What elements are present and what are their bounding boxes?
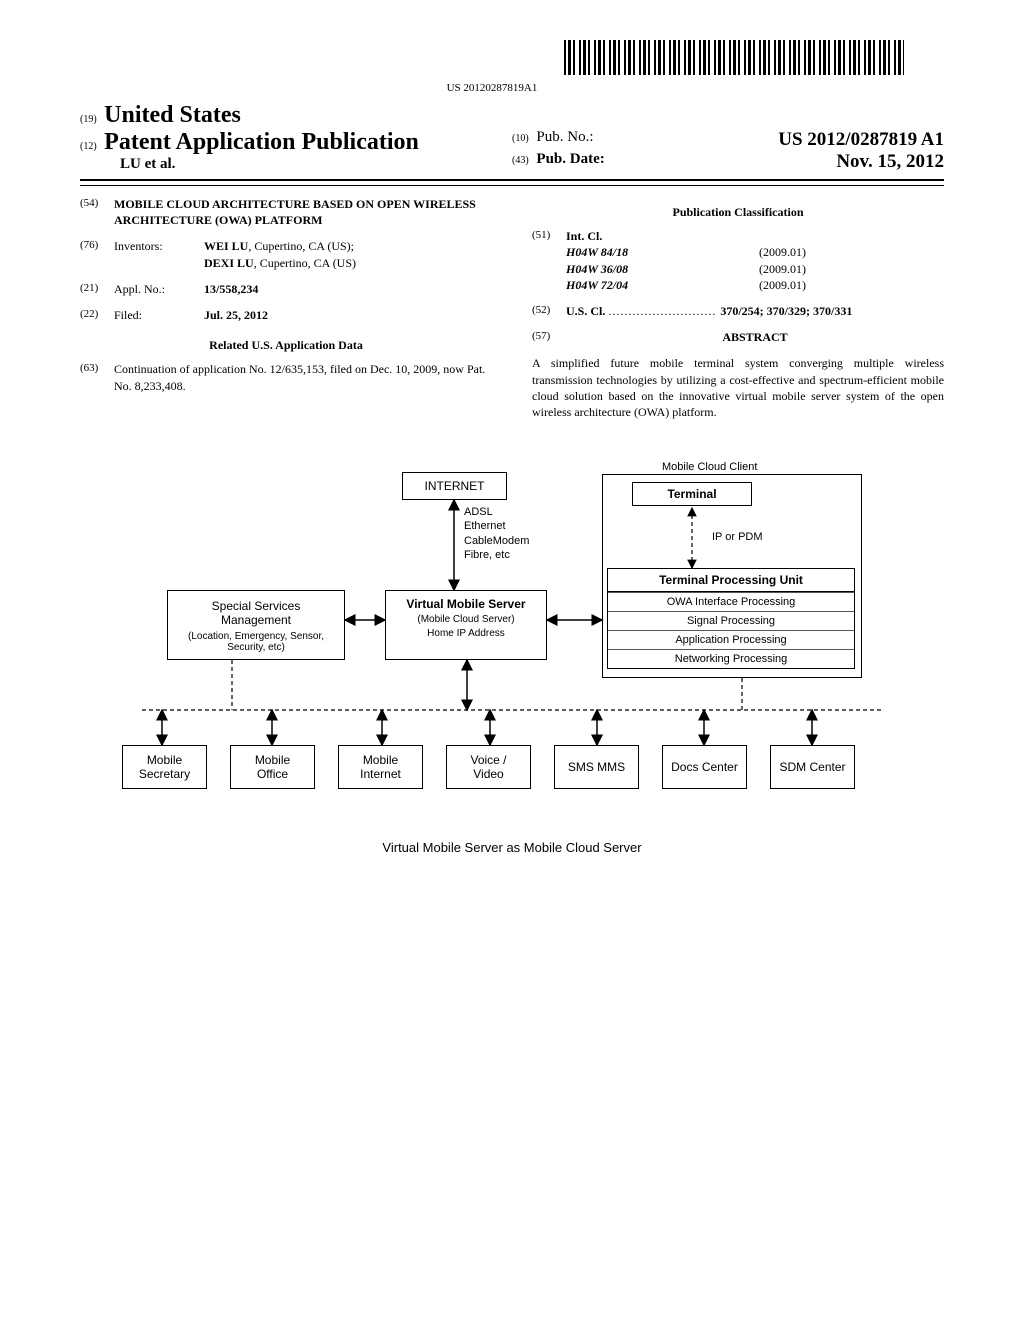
service-2: Mobile Internet — [338, 745, 423, 789]
filed-label: Filed: — [114, 307, 204, 323]
figure-caption: Virtual Mobile Server as Mobile Cloud Se… — [102, 840, 922, 855]
pub-type-code: (12) — [80, 141, 97, 152]
continuation-text: Continuation of application No. 12/635,1… — [114, 361, 492, 393]
conn-list: ADSL Ethernet CableModem Fibre, etc — [464, 505, 529, 562]
tpu-row-2: Application Processing — [608, 630, 854, 649]
intcl-2-ver: (2009.01) — [759, 277, 806, 293]
tpu-stack: Terminal Processing Unit OWA Interface P… — [607, 568, 855, 669]
service-5: Docs Center — [662, 745, 747, 789]
internet-box: INTERNET — [402, 472, 507, 500]
filed-code: (22) — [80, 307, 114, 323]
tpu-row-1: Signal Processing — [608, 611, 854, 630]
intcl-code: (51) — [532, 228, 566, 293]
barcode-region: US 20120287819A1 — [80, 30, 944, 94]
bibliographic-section: (54) MOBILE CLOUD ARCHITECTURE BASED ON … — [80, 196, 944, 420]
inventors-label: Inventors: — [114, 238, 204, 270]
filed-value: Jul. 25, 2012 — [204, 307, 492, 323]
abstract-heading: ABSTRACT — [566, 329, 944, 345]
service-1: Mobile Office — [230, 745, 315, 789]
country: United States — [104, 102, 241, 128]
uscl-dots: ........................... — [608, 304, 720, 318]
barcode-graphic — [564, 40, 904, 75]
pubdate-value: Nov. 15, 2012 — [836, 151, 944, 173]
country-code: (19) — [80, 114, 97, 125]
service-3: Voice / Video — [446, 745, 531, 789]
abstract-code: (57) — [532, 329, 566, 345]
ssm-box: Special Services Management (Location, E… — [167, 590, 345, 660]
rule-thin — [80, 185, 944, 186]
ip-pdm-label: IP or PDM — [712, 530, 763, 544]
intcl-1-class: H04W 36/08 — [566, 261, 628, 277]
service-6: SDM Center — [770, 745, 855, 789]
intcl-label: Int. Cl. — [566, 228, 944, 244]
uscl-value: 370/254; 370/329; 370/331 — [720, 304, 852, 318]
intcl-0-class: H04W 84/18 — [566, 244, 628, 260]
intcl-0-ver: (2009.01) — [759, 244, 806, 260]
pubno-value: US 2012/0287819 A1 — [778, 129, 944, 151]
figure-diagram: INTERNET ADSL Ethernet CableModem Fibre,… — [102, 460, 922, 860]
publication-header: (19) United States (12) Patent Applicati… — [80, 102, 944, 173]
tpu-header: Terminal Processing Unit — [608, 569, 854, 592]
author-line: LU et al. — [80, 156, 512, 173]
invention-title: MOBILE CLOUD ARCHITECTURE BASED ON OPEN … — [114, 196, 492, 228]
continuation-code: (63) — [80, 361, 114, 393]
classification-heading: Publication Classification — [532, 204, 944, 220]
inventors-value: WEI LU — [204, 239, 248, 253]
related-data-heading: Related U.S. Application Data — [80, 337, 492, 353]
tpu-row-0: OWA Interface Processing — [608, 592, 854, 611]
uscl-label: U.S. Cl. — [566, 304, 605, 318]
applno-value: 13/558,234 — [204, 281, 492, 297]
pub-type: Patent Application Publication — [104, 129, 419, 155]
vms-box: Virtual Mobile Server (Mobile Cloud Serv… — [385, 590, 547, 660]
barcode-number: US 20120287819A1 — [80, 82, 904, 94]
inventors-code: (76) — [80, 238, 114, 270]
pubno-label: Pub. No.: — [536, 129, 593, 145]
rule-thick — [80, 179, 944, 181]
uscl-code: (52) — [532, 303, 566, 319]
pubdate-label: Pub. Date: — [536, 151, 604, 167]
applno-code: (21) — [80, 281, 114, 297]
mcc-label: Mobile Cloud Client — [662, 460, 757, 474]
intcl-1-ver: (2009.01) — [759, 261, 806, 277]
terminal-box: Terminal — [632, 482, 752, 506]
abstract-text: A simplified future mobile terminal syst… — [532, 355, 944, 420]
service-4: SMS MMS — [554, 745, 639, 789]
intcl-2-class: H04W 72/04 — [566, 277, 628, 293]
pubdate-code: (43) — [512, 155, 529, 166]
applno-label: Appl. No.: — [114, 281, 204, 297]
service-0: Mobile Secretary — [122, 745, 207, 789]
pubno-code: (10) — [512, 133, 529, 144]
tpu-row-3: Networking Processing — [608, 649, 854, 668]
title-code: (54) — [80, 196, 114, 228]
